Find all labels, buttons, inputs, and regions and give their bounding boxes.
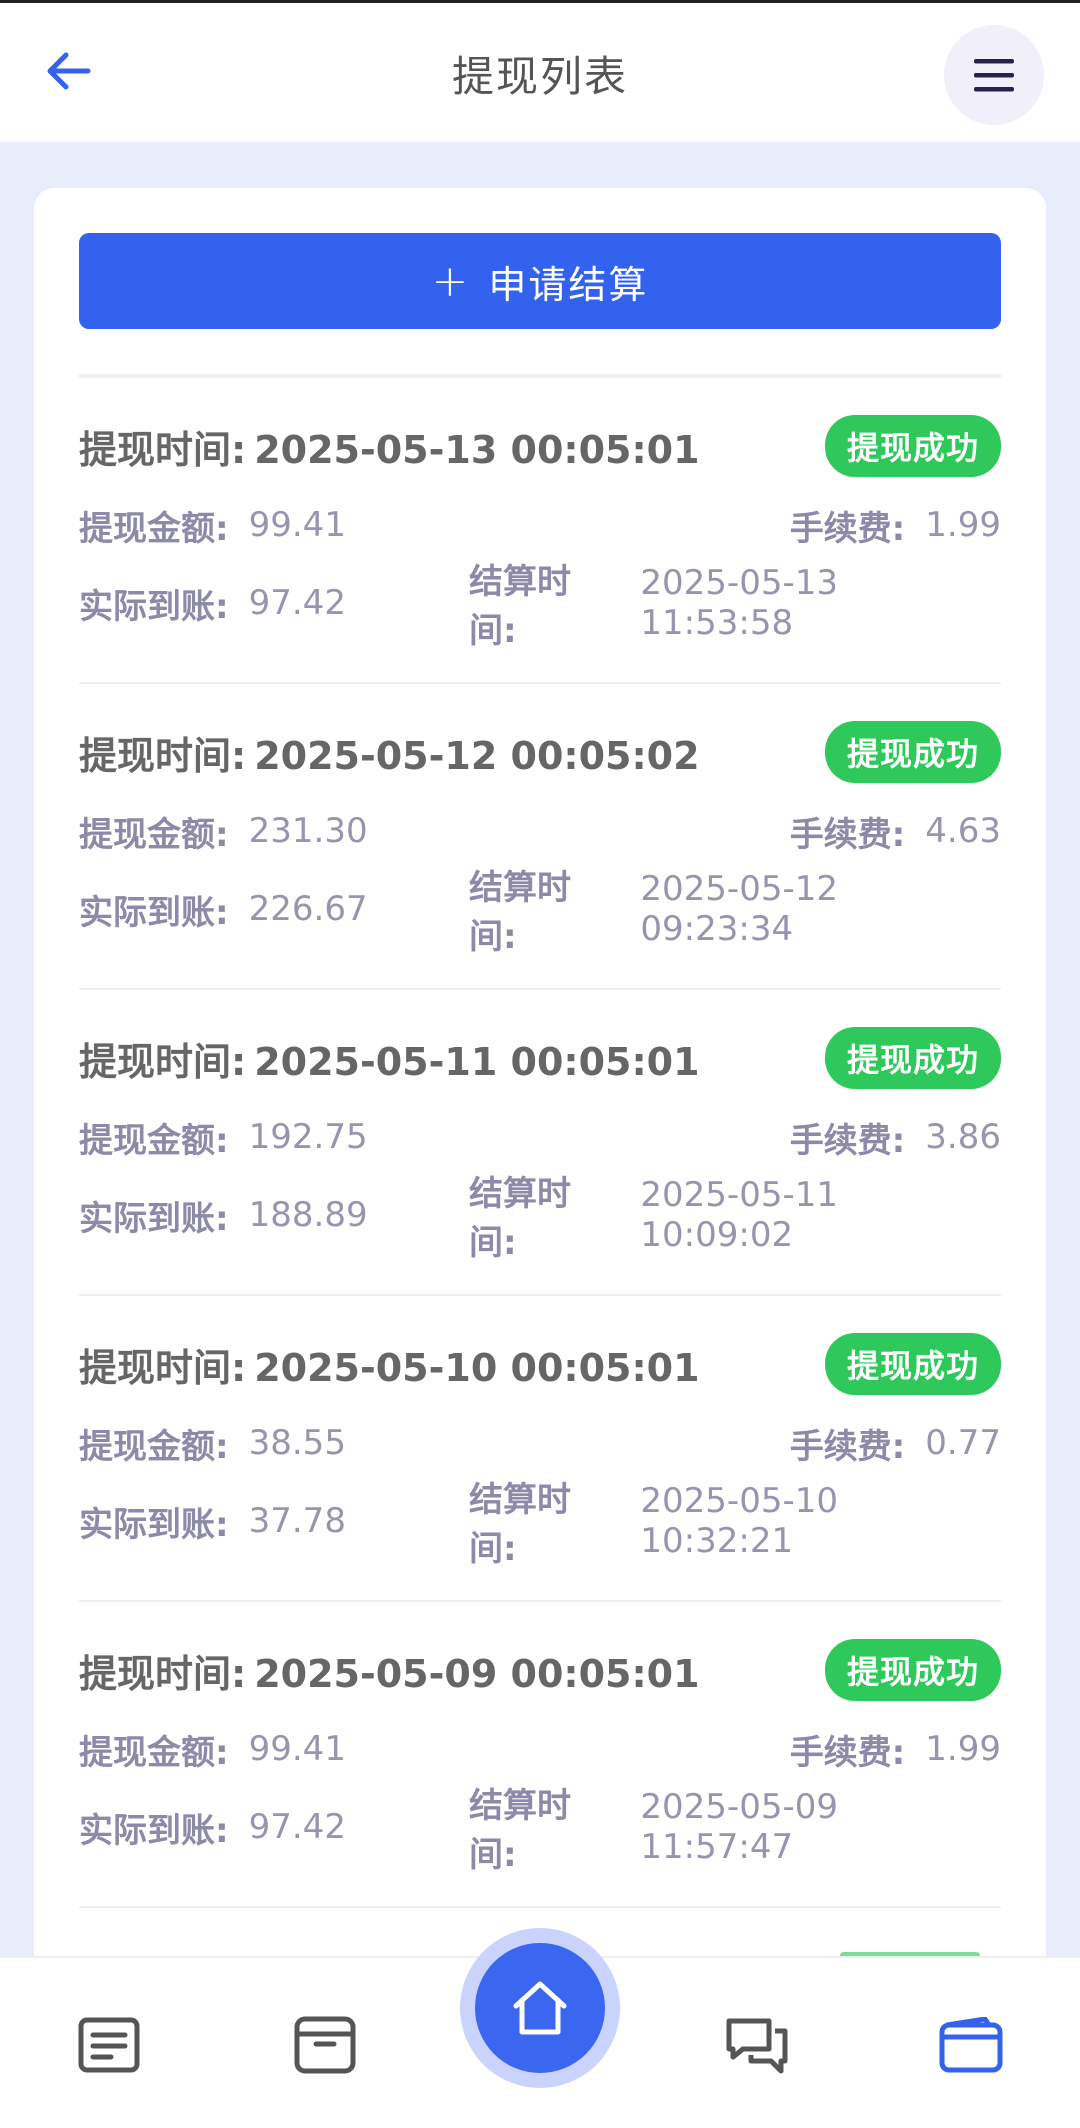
amount-label: 提现金额: xyxy=(79,1426,229,1467)
apply-settlement-label: 申请结算 xyxy=(488,262,649,307)
home-button-ring xyxy=(460,1928,620,2088)
actual-label: 实际到账: xyxy=(79,1504,229,1545)
actual-label: 实际到账: xyxy=(79,1198,229,1239)
withdraw-time: 提现时间: 2025-05-13 00:05:01 xyxy=(79,419,700,474)
settle-time-value: 2025-05-12 09:23:34 xyxy=(640,869,838,949)
withdraw-time-label: 提现时间: xyxy=(79,1039,247,1084)
fee-value: 1.99 xyxy=(925,1729,1001,1769)
withdraw-time-value: 2025-05-11 00:05:01 xyxy=(254,1039,700,1084)
withdraw-list-card: + 申请结算 提现时间: 2025-05-13 00:05:01 提现成功 提现金… xyxy=(34,188,1046,1988)
settle-time-label: 结算时间: xyxy=(469,1174,571,1263)
settle-time-label: 结算时间: xyxy=(469,868,571,957)
archive-box-icon xyxy=(294,2016,356,2074)
settle-time-value: 2025-05-13 11:53:58 xyxy=(640,563,838,643)
plus-icon: + xyxy=(431,255,471,307)
withdraw-time: 提现时间: 2025-05-10 00:05:01 xyxy=(79,1337,700,1392)
amount-value: 99.41 xyxy=(248,1729,346,1769)
actual-label: 实际到账: xyxy=(79,1810,229,1851)
amount-label: 提现金额: xyxy=(79,814,229,855)
hamburger-menu-icon xyxy=(974,59,1014,92)
withdraw-time-label: 提现时间: xyxy=(79,1651,247,1696)
withdraw-time-value: 2025-05-13 00:05:01 xyxy=(254,427,700,472)
fee-value: 3.86 xyxy=(925,1117,1001,1157)
fee-label: 手续费: xyxy=(789,1732,906,1773)
document-list-icon xyxy=(78,2017,140,2073)
actual-value: 97.42 xyxy=(248,1807,346,1847)
fee-value: 4.63 xyxy=(925,811,1001,851)
amount-label: 提现金额: xyxy=(79,1732,229,1773)
actual-label: 实际到账: xyxy=(79,586,229,627)
withdraw-time-label: 提现时间: xyxy=(79,427,247,472)
home-icon xyxy=(513,1981,567,2035)
nav-messages[interactable] xyxy=(722,2010,792,2080)
status-badge: 提现成功 xyxy=(824,1333,1001,1395)
settle-time-label: 结算时间: xyxy=(469,1786,571,1875)
amount-value: 231.30 xyxy=(248,811,368,851)
actual-value: 97.42 xyxy=(248,583,346,623)
wallet-icon xyxy=(939,2017,1003,2073)
settle-time-label: 结算时间: xyxy=(469,1480,571,1569)
actual-value: 37.78 xyxy=(248,1501,346,1541)
withdraw-time: 提现时间: 2025-05-11 00:05:01 xyxy=(79,1031,700,1086)
chat-icon xyxy=(726,2018,788,2074)
settle-time-value: 2025-05-10 10:32:21 xyxy=(640,1481,838,1561)
amount-value: 38.55 xyxy=(248,1423,346,1463)
withdraw-time-label: 提现时间: xyxy=(79,733,247,778)
settle-time-label: 结算时间: xyxy=(469,562,571,651)
top-bar: 提现列表 xyxy=(0,0,1080,142)
apply-settlement-button[interactable]: + 申请结算 xyxy=(79,233,1001,329)
withdraw-time-value: 2025-05-10 00:05:01 xyxy=(254,1345,700,1390)
amount-value: 99.41 xyxy=(248,505,346,545)
page-title: 提现列表 xyxy=(451,52,628,101)
fee-label: 手续费: xyxy=(789,1120,906,1161)
withdraw-time: 提现时间: 2025-05-12 00:05:02 xyxy=(79,725,700,780)
status-badge: 提现成功 xyxy=(824,1027,1001,1089)
nav-archive[interactable] xyxy=(290,2010,360,2080)
withdraw-time-value: 2025-05-09 00:05:01 xyxy=(254,1651,700,1696)
amount-label: 提现金额: xyxy=(79,508,229,549)
withdraw-time: 提现时间: 2025-05-09 00:05:01 xyxy=(79,1643,700,1698)
withdraw-record[interactable]: 提现时间: 2025-05-12 00:05:02 提现成功 提现金额: 231.3… xyxy=(79,684,1001,990)
actual-label: 实际到账: xyxy=(79,892,229,933)
menu-button[interactable] xyxy=(944,25,1044,125)
fee-value: 0.77 xyxy=(925,1423,1001,1463)
fee-label: 手续费: xyxy=(789,508,906,549)
fee-value: 1.99 xyxy=(925,505,1001,545)
status-badge: 提现成功 xyxy=(824,1639,1001,1701)
fee-label: 手续费: xyxy=(789,814,906,855)
actual-value: 226.67 xyxy=(248,889,368,929)
withdraw-record[interactable]: 提现时间: 2025-05-10 00:05:01 提现成功 提现金额: 38.55… xyxy=(79,1296,1001,1602)
settle-time-value: 2025-05-09 11:57:47 xyxy=(640,1787,838,1867)
status-badge: 提现成功 xyxy=(824,721,1001,783)
withdraw-time-value: 2025-05-12 00:05:02 xyxy=(254,733,700,778)
home-button[interactable] xyxy=(475,1943,605,2073)
nav-wallet[interactable] xyxy=(936,2010,1006,2080)
fee-label: 手续费: xyxy=(789,1426,906,1467)
withdraw-record[interactable]: 提现时间: 2025-05-09 00:05:01 提现成功 提现金额: 99.41… xyxy=(79,1602,1001,1908)
withdraw-record[interactable]: 提现时间: 2025-05-13 00:05:01 提现成功 提现金额: 99.41… xyxy=(79,378,1001,684)
withdraw-record[interactable]: 提现时间: 2025-05-11 00:05:01 提现成功 提现金额: 192.7… xyxy=(79,990,1001,1296)
actual-value: 188.89 xyxy=(248,1195,368,1235)
amount-value: 192.75 xyxy=(248,1117,368,1157)
settle-time-value: 2025-05-11 10:09:02 xyxy=(640,1175,838,1255)
status-badge: 提现成功 xyxy=(824,415,1001,477)
withdraw-time-label: 提现时间: xyxy=(79,1345,247,1390)
amount-label: 提现金额: xyxy=(79,1120,229,1161)
nav-orders[interactable] xyxy=(74,2010,144,2080)
